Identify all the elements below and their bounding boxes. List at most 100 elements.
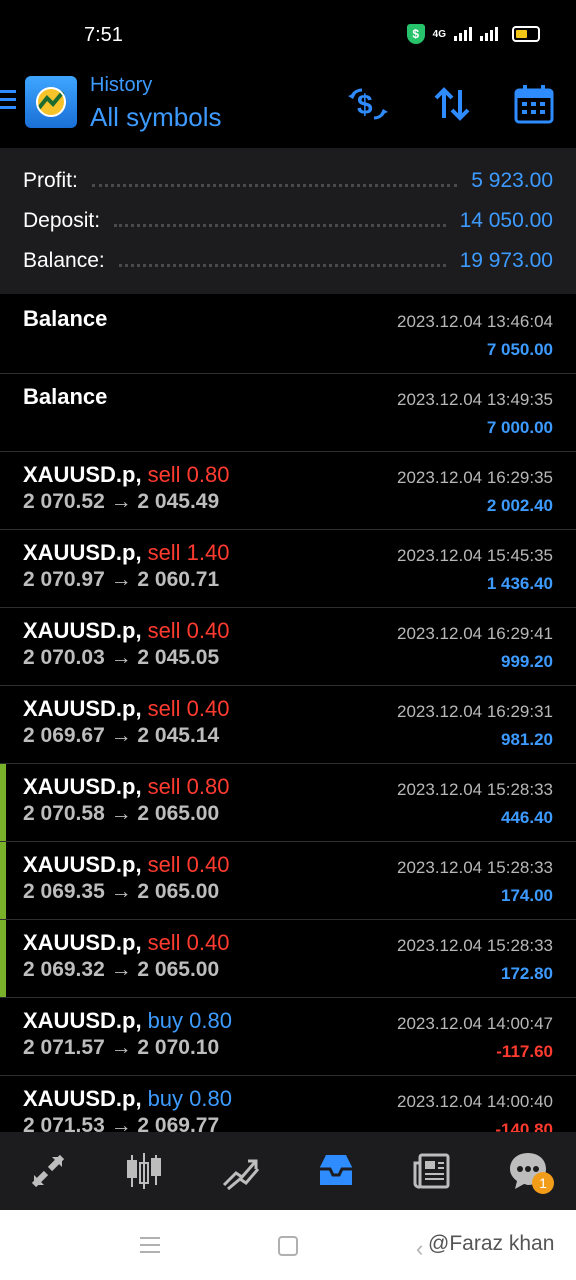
row-date: 2023.12.04 16:29:31 bbox=[397, 702, 553, 721]
sort-icon[interactable] bbox=[430, 82, 474, 126]
row-date: 2023.12.04 14:00:40 bbox=[397, 1092, 553, 1111]
row-side: sell 0.80 bbox=[147, 774, 230, 799]
row-date: 2023.12.04 16:29:41 bbox=[397, 624, 553, 643]
balance-value: 19 973.00 bbox=[459, 249, 553, 272]
row-side: sell 0.40 bbox=[147, 930, 230, 955]
row-date: 2023.12.04 15:28:33 bbox=[397, 936, 553, 955]
app-header: History All symbols $ bbox=[0, 62, 576, 146]
trade-icon[interactable] bbox=[210, 1146, 270, 1196]
list-item[interactable]: XAUUSD.p, sell 0.40 2 070.03 → 2 045.05 2… bbox=[0, 608, 576, 686]
row-title: XAUUSD.p, sell 0.40 bbox=[23, 852, 230, 878]
row-title: Balance bbox=[23, 384, 108, 409]
balance-label: Balance: bbox=[23, 249, 105, 272]
row-date: 2023.12.04 13:46:04 bbox=[397, 312, 553, 331]
recent-apps-icon[interactable] bbox=[140, 1237, 160, 1258]
row-date: 2023.12.04 13:49:35 bbox=[397, 390, 553, 409]
home-icon[interactable] bbox=[278, 1236, 298, 1256]
row-prices: 2 071.53 → 2 069.77 bbox=[23, 1114, 220, 1132]
system-nav-bar: ‹ @Faraz khan bbox=[0, 1210, 576, 1280]
row-side: buy 0.80 bbox=[147, 1086, 232, 1111]
row-side: sell 0.80 bbox=[147, 462, 230, 487]
row-profit: 1 436.40 bbox=[486, 574, 553, 593]
svg-text:$: $ bbox=[357, 89, 373, 120]
row-side: sell 0.40 bbox=[147, 852, 230, 877]
signal-icon bbox=[454, 27, 472, 41]
metatrader-logo-icon bbox=[25, 76, 77, 128]
row-date: 2023.12.04 15:28:33 bbox=[397, 780, 553, 799]
messages-icon[interactable]: 1 bbox=[498, 1146, 558, 1196]
row-profit: -117.60 bbox=[496, 1042, 553, 1061]
row-symbol: XAUUSD.p, bbox=[23, 696, 142, 721]
back-icon[interactable]: ‹ bbox=[416, 1236, 423, 1262]
row-symbol: XAUUSD.p, bbox=[23, 618, 142, 643]
row-side: sell 0.40 bbox=[147, 618, 230, 643]
row-prices: 2 070.52 → 2 045.49 bbox=[23, 490, 220, 513]
list-item[interactable]: XAUUSD.p, buy 0.80 2 071.57 → 2 070.10 20… bbox=[0, 998, 576, 1076]
row-symbol: XAUUSD.p, bbox=[23, 930, 142, 955]
row-title: XAUUSD.p, sell 0.40 bbox=[23, 930, 230, 956]
row-date: 2023.12.04 15:28:33 bbox=[397, 858, 553, 877]
row-title: XAUUSD.p, buy 0.80 bbox=[23, 1086, 232, 1112]
battery-icon bbox=[512, 26, 540, 42]
news-icon[interactable] bbox=[402, 1146, 462, 1196]
list-item[interactable]: XAUUSD.p, sell 0.40 2 069.35 → 2 065.00 2… bbox=[0, 842, 576, 920]
page-title[interactable]: All symbols bbox=[90, 102, 221, 133]
menu-icon[interactable] bbox=[0, 90, 16, 114]
chart-icon[interactable] bbox=[114, 1146, 174, 1196]
dot-leader bbox=[91, 176, 458, 187]
currency-exchange-icon[interactable]: $ bbox=[346, 82, 390, 126]
deposit-label: Deposit: bbox=[23, 209, 101, 232]
header-subtitle: History bbox=[90, 74, 153, 96]
list-item[interactable]: Balance 2023.12.04 13:46:04 7 050.00 bbox=[0, 296, 576, 374]
row-profit: 172.80 bbox=[501, 964, 553, 983]
row-title: Balance bbox=[23, 306, 108, 331]
bottom-nav: 1 bbox=[0, 1132, 576, 1210]
row-profit: 7 050.00 bbox=[486, 340, 553, 359]
row-title: XAUUSD.p, sell 0.40 bbox=[23, 696, 230, 722]
watermark-text: @Faraz khan bbox=[428, 1232, 555, 1255]
row-side: buy 0.80 bbox=[147, 1008, 232, 1033]
dot-leader bbox=[114, 216, 446, 227]
row-symbol: XAUUSD.p, bbox=[23, 540, 142, 565]
list-item[interactable]: XAUUSD.p, sell 0.80 2 070.58 → 2 065.00 2… bbox=[0, 764, 576, 842]
signal-icon-2 bbox=[480, 27, 498, 41]
list-item[interactable]: XAUUSD.p, buy 0.80 2 071.53 → 2 069.77 20… bbox=[0, 1076, 576, 1132]
row-prices: 2 069.35 → 2 065.00 bbox=[23, 880, 220, 903]
status-time: 7:51 bbox=[84, 24, 123, 46]
row-symbol: XAUUSD.p, bbox=[23, 1008, 142, 1033]
profit-label: Profit: bbox=[23, 169, 78, 192]
row-symbol: XAUUSD.p, bbox=[23, 852, 142, 877]
network-type: 4G bbox=[432, 28, 446, 40]
row-title: XAUUSD.p, sell 0.40 bbox=[23, 618, 230, 644]
deals-list[interactable]: Balance 2023.12.04 13:46:04 7 050.00 Bal… bbox=[0, 296, 576, 1132]
deposit-value: 14 050.00 bbox=[459, 209, 553, 232]
row-date: 2023.12.04 16:29:35 bbox=[397, 468, 553, 487]
row-date: 2023.12.04 15:45:35 bbox=[397, 546, 553, 565]
summary-deposit-row: Deposit: 14 050.00 bbox=[23, 206, 553, 236]
row-profit: 2 002.40 bbox=[486, 496, 553, 515]
list-item[interactable]: XAUUSD.p, sell 1.40 2 070.97 → 2 060.71 2… bbox=[0, 530, 576, 608]
summary-balance-row: Balance: 19 973.00 bbox=[23, 246, 553, 276]
row-symbol: XAUUSD.p, bbox=[23, 1086, 142, 1111]
row-profit: 999.20 bbox=[501, 652, 553, 671]
history-icon[interactable] bbox=[306, 1146, 366, 1196]
row-prices: 2 071.57 → 2 070.10 bbox=[23, 1036, 220, 1059]
profit-value: 5 923.00 bbox=[471, 169, 553, 192]
row-symbol: XAUUSD.p, bbox=[23, 774, 142, 799]
row-prices: 2 070.03 → 2 045.05 bbox=[23, 646, 220, 669]
row-profit: 7 000.00 bbox=[486, 418, 553, 437]
list-item[interactable]: XAUUSD.p, sell 0.80 2 070.52 → 2 045.49 2… bbox=[0, 452, 576, 530]
summary-panel: Profit: 5 923.00 Deposit: 14 050.00 Bala… bbox=[0, 148, 576, 294]
row-prices: 2 070.97 → 2 060.71 bbox=[23, 568, 220, 591]
summary-profit-row: Profit: 5 923.00 bbox=[23, 166, 553, 196]
row-title: XAUUSD.p, sell 0.80 bbox=[23, 774, 230, 800]
calendar-icon[interactable] bbox=[512, 82, 556, 126]
list-item[interactable]: Balance 2023.12.04 13:49:35 7 000.00 bbox=[0, 374, 576, 452]
quotes-icon[interactable] bbox=[18, 1146, 78, 1196]
status-icons: $ 4G bbox=[406, 24, 540, 44]
row-prices: 2 070.58 → 2 065.00 bbox=[23, 802, 220, 825]
row-profit: 446.40 bbox=[501, 808, 553, 827]
shield-icon: $ bbox=[406, 24, 425, 44]
list-item[interactable]: XAUUSD.p, sell 0.40 2 069.32 → 2 065.00 2… bbox=[0, 920, 576, 998]
list-item[interactable]: XAUUSD.p, sell 0.40 2 069.67 → 2 045.14 2… bbox=[0, 686, 576, 764]
